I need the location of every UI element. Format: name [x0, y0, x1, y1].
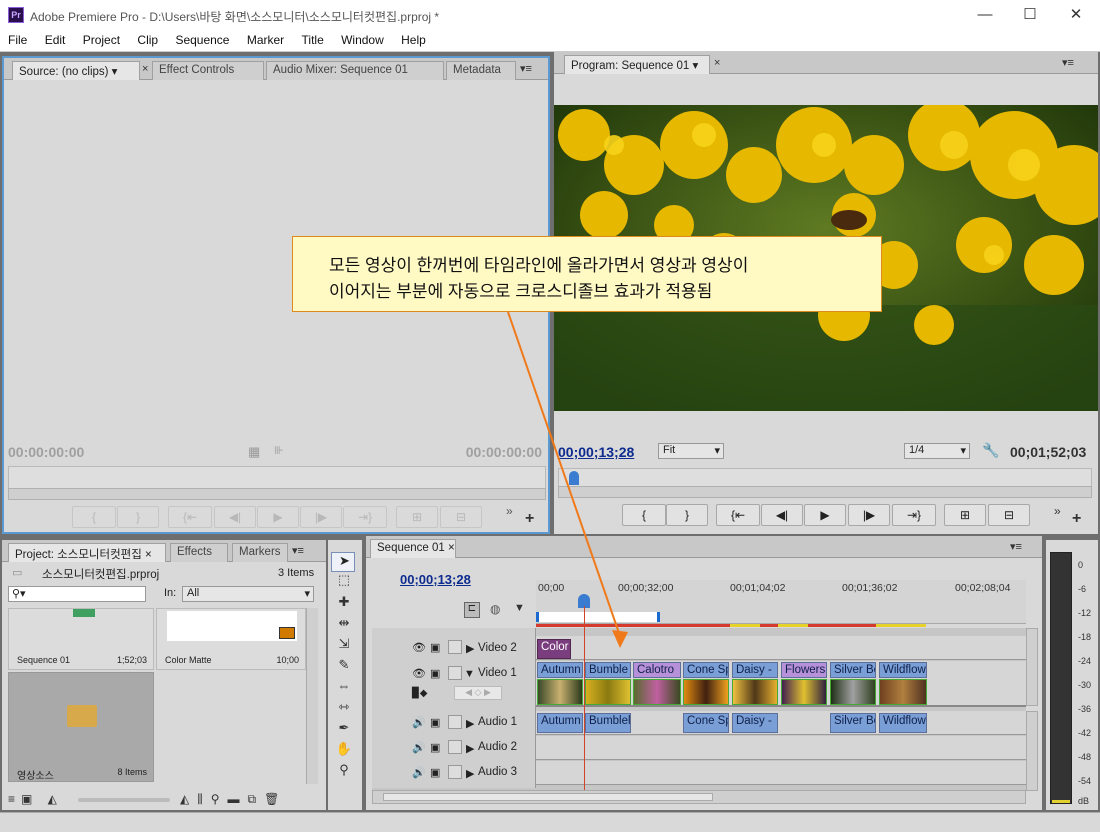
callout-arrow — [507, 311, 628, 648]
